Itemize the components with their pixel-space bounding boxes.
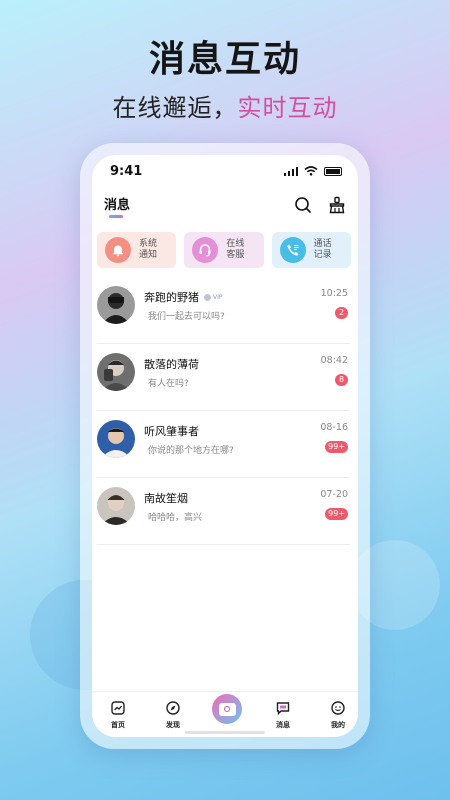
quick-label: 在线客服 [226,239,245,260]
conversation-item[interactable]: 听风肇事者 你说的那个地方在哪? 08-16 99+ [97,411,350,478]
unread-badge: 99+ [325,508,348,520]
tab-mine[interactable]: 我的 [318,700,358,730]
wifi-icon [304,166,318,176]
unread-badge: 2 [335,307,348,319]
unread-badge: 8 [335,374,348,386]
tab-home[interactable]: 首页 [98,700,138,730]
status-bar: 9:41 [110,163,342,179]
promo-subline-part2: 实时互动 [237,94,338,122]
bell-icon [105,237,131,263]
camera-button[interactable] [212,694,242,724]
clear-broom-icon[interactable] [328,196,346,214]
message-preview: 我们一起去可以吗? [148,312,225,322]
message-preview: 你说的那个地方在哪? [148,446,234,456]
contact-name: 散落的薄荷 [144,358,199,371]
message-time: 10:25 [320,288,348,299]
contact-name: 听风肇事者 [144,425,199,438]
conversation-item[interactable]: 南故笙烟 哈哈哈，高兴 07-20 99+ [97,478,350,545]
promo-subline-part1: 在线邂逅， [112,94,238,122]
vip-badge: VIP [204,293,223,301]
contact-name: 南故笙烟 [144,492,188,505]
message-time: 07-20 [320,489,348,500]
avatar [97,420,135,458]
vip-icon [204,293,211,301]
conversation-item[interactable]: 奔跑的野猪 VIP 我们一起去可以吗? 10:25 2 [97,277,350,344]
avatar [97,487,135,525]
unread-badge: 99+ [325,441,348,453]
tab-bar: 首页 发现 消息 我的 [92,691,358,737]
quick-call-records[interactable]: 通话记录 [271,232,351,268]
quick-online-service[interactable]: 在线客服 [184,232,264,268]
message-bubble-icon [276,702,290,716]
battery-icon [324,166,342,176]
phone-screen: 9:41 消息 系统通知 在线客服 通话记录 奔跑的野猪 VIP 我们一起去可以… [92,155,358,737]
tab-label: 首页 [111,721,125,729]
home-indicator [185,731,265,734]
avatar [97,286,135,324]
header: 消息 [104,193,346,218]
status-time: 9:41 [110,163,143,179]
conversation-list: 奔跑的野猪 VIP 我们一起去可以吗? 10:25 2 散落的薄荷 有人在吗? … [92,277,358,545]
conversation-item[interactable]: 散落的薄荷 有人在吗? 08:42 8 [97,344,350,411]
tab-discover[interactable]: 发现 [153,700,193,730]
signal-icon [283,166,298,176]
headset-icon [192,237,219,263]
phone-call-icon [279,237,306,263]
promo-subline: 在线邂逅，实时互动 [0,88,450,123]
tab-messages[interactable]: 消息 [263,700,303,730]
home-chart-icon [111,701,125,715]
quick-label: 通话记录 [313,239,332,260]
search-icon[interactable] [294,196,312,214]
smile-icon [331,701,345,715]
contact-name: 奔跑的野猪 [144,291,199,304]
promo-headline: 消息互动 [148,39,301,80]
quick-system-notice[interactable]: 系统通知 [97,232,177,268]
message-time: 08:42 [320,355,348,366]
message-preview: 有人在吗? [148,379,189,389]
compass-icon [166,701,180,715]
tab-label: 我的 [331,721,345,729]
camera-icon [218,702,236,716]
message-time: 08-16 [320,422,348,433]
page-title: 消息 [104,194,130,218]
quick-label: 系统通知 [139,239,158,260]
tab-label: 消息 [276,721,290,729]
quick-actions: 系统通知 在线客服 通话记录 [97,232,351,268]
avatar [97,353,135,391]
message-preview: 哈哈哈，高兴 [148,513,203,523]
tab-label: 发现 [166,721,180,729]
